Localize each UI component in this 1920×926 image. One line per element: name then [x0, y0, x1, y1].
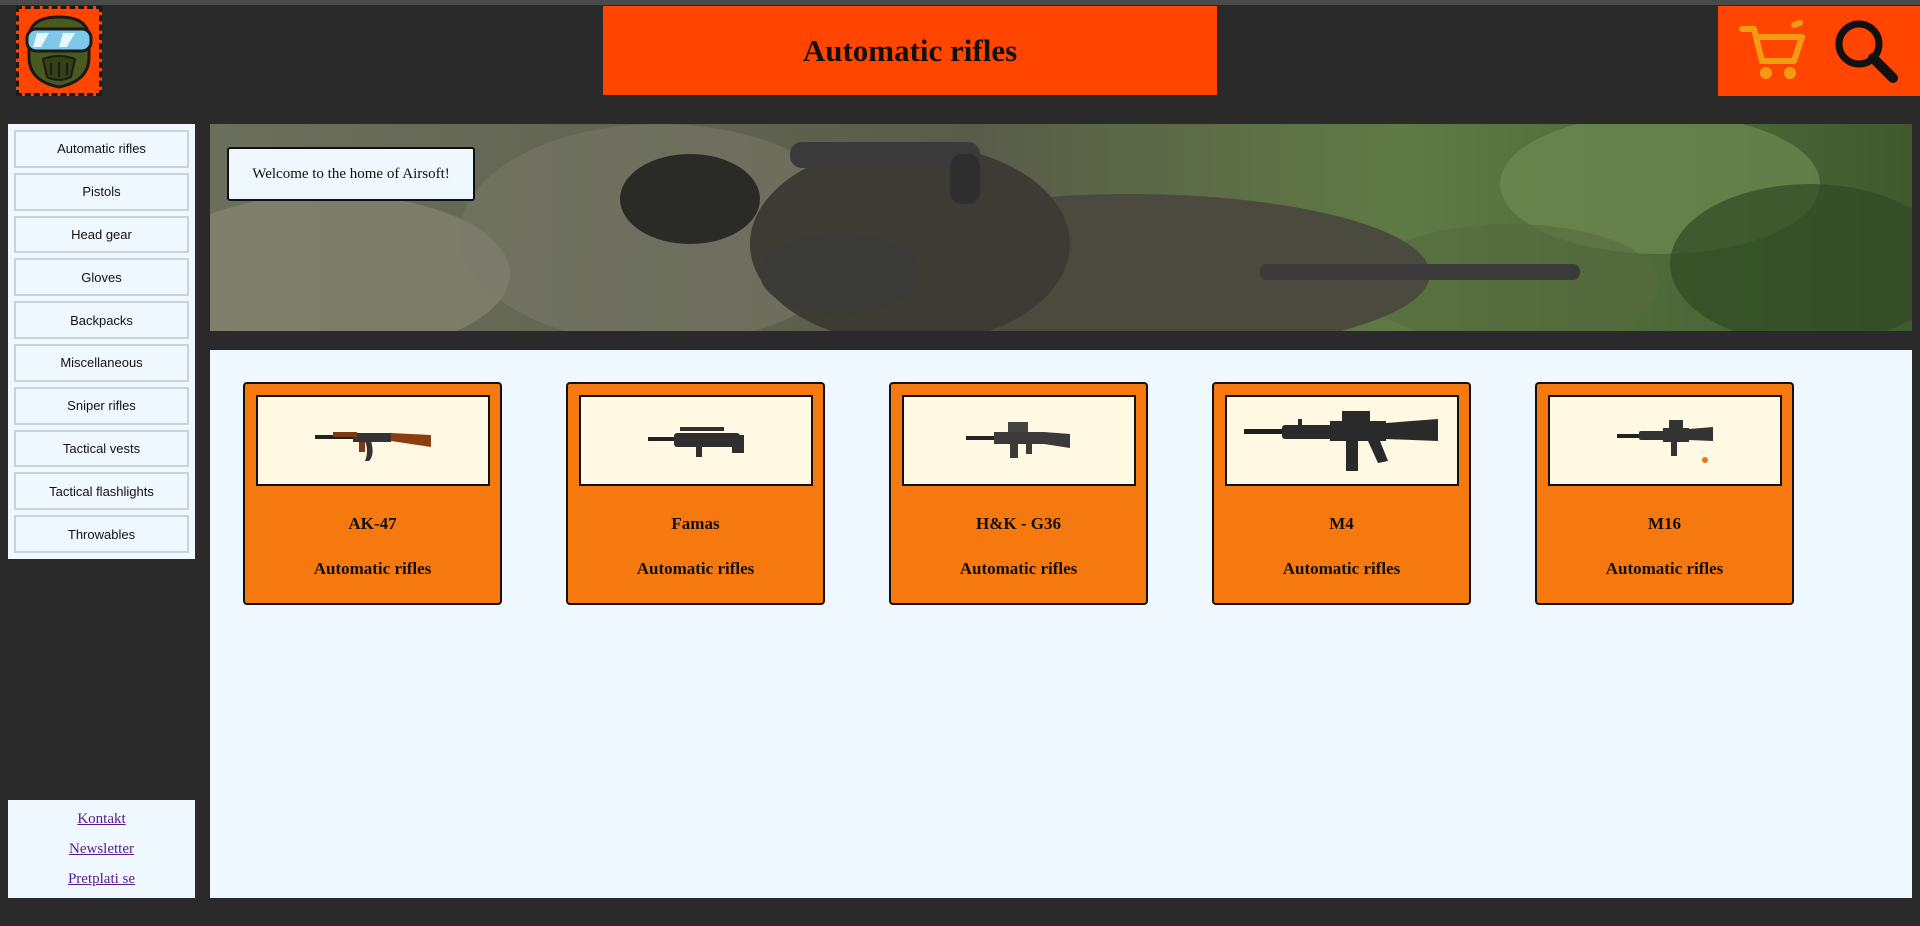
- m4-rifle-icon: [1244, 410, 1438, 471]
- sidebar-item-tactical-vests[interactable]: Tactical vests: [14, 429, 189, 468]
- subscribe-link[interactable]: Pretplati se: [68, 871, 135, 888]
- product-category: Automatic rifles: [636, 559, 755, 578]
- product-card-m16[interactable]: M16 Automatic rifles: [1535, 382, 1794, 605]
- footer-links: Kontakt Newsletter Pretplati se: [8, 800, 195, 898]
- sidebar-item-tactical-flashlights[interactable]: Tactical flashlights: [14, 472, 189, 511]
- product-name: M16: [1647, 514, 1682, 533]
- product-name: M4: [1329, 514, 1354, 533]
- product-card-g36[interactable]: H&K - G36 Automatic rifles: [889, 382, 1148, 605]
- product-image: [579, 395, 813, 486]
- cart-button[interactable]: [1734, 12, 1812, 90]
- search-button[interactable]: [1827, 12, 1905, 90]
- product-image: [1548, 395, 1782, 486]
- ak47-rifle-icon: [315, 431, 431, 461]
- product-category: Automatic rifles: [313, 559, 432, 578]
- product-card-famas[interactable]: Famas Automatic rifles: [566, 382, 825, 605]
- category-sidebar: Automatic rifles Pistols Head gear Glove…: [8, 124, 195, 559]
- product-category: Automatic rifles: [1282, 559, 1401, 578]
- product-card-ak47[interactable]: AK-47 Automatic rifles: [243, 382, 502, 605]
- sidebar-item-miscellaneous[interactable]: Miscellaneous: [14, 343, 189, 382]
- product-image: [1225, 395, 1459, 486]
- sidebar-item-backpacks[interactable]: Backpacks: [14, 301, 189, 339]
- sidebar-item-sniper-rifles[interactable]: Sniper rifles: [14, 386, 189, 425]
- sidebar-item-pistols[interactable]: Pistols: [14, 172, 189, 211]
- top-border: [0, 0, 1920, 5]
- product-name: Famas: [671, 514, 720, 533]
- product-image: [256, 395, 490, 486]
- product-name: H&K - G36: [976, 514, 1061, 533]
- header-tools: [1718, 6, 1920, 96]
- product-grid: AK-47 Automatic rifles Famas Automatic r…: [210, 350, 1912, 898]
- sidebar-item-throwables[interactable]: Throwables: [14, 515, 189, 553]
- product-category: Automatic rifles: [959, 559, 1078, 578]
- kontakt-link[interactable]: Kontakt: [77, 811, 125, 828]
- sidebar-item-gloves[interactable]: Gloves: [14, 258, 189, 297]
- search-icon: [1835, 20, 1898, 83]
- welcome-message: Welcome to the home of Airsoft!: [227, 147, 475, 201]
- m16-rifle-icon: [1617, 419, 1713, 463]
- product-card-m4[interactable]: M4 Automatic rifles: [1212, 382, 1471, 605]
- page-title: Automatic rifles: [802, 32, 1018, 68]
- site-logo[interactable]: [16, 6, 102, 96]
- page-header: Automatic rifles: [603, 6, 1217, 95]
- famas-rifle-icon: [648, 426, 744, 457]
- newsletter-link[interactable]: Newsletter: [69, 841, 134, 858]
- shopping-cart-icon: [1738, 20, 1805, 79]
- airsoft-mask-logo-icon: [25, 15, 93, 89]
- hero-banner: Welcome to the home of Airsoft!: [210, 124, 1912, 331]
- product-category: Automatic rifles: [1605, 559, 1724, 578]
- product-image: [902, 395, 1136, 486]
- g36-rifle-icon: [966, 421, 1070, 458]
- sidebar-item-automatic-rifles[interactable]: Automatic rifles: [14, 130, 189, 168]
- product-name: AK-47: [348, 514, 397, 533]
- sidebar-item-head-gear[interactable]: Head gear: [14, 215, 189, 254]
